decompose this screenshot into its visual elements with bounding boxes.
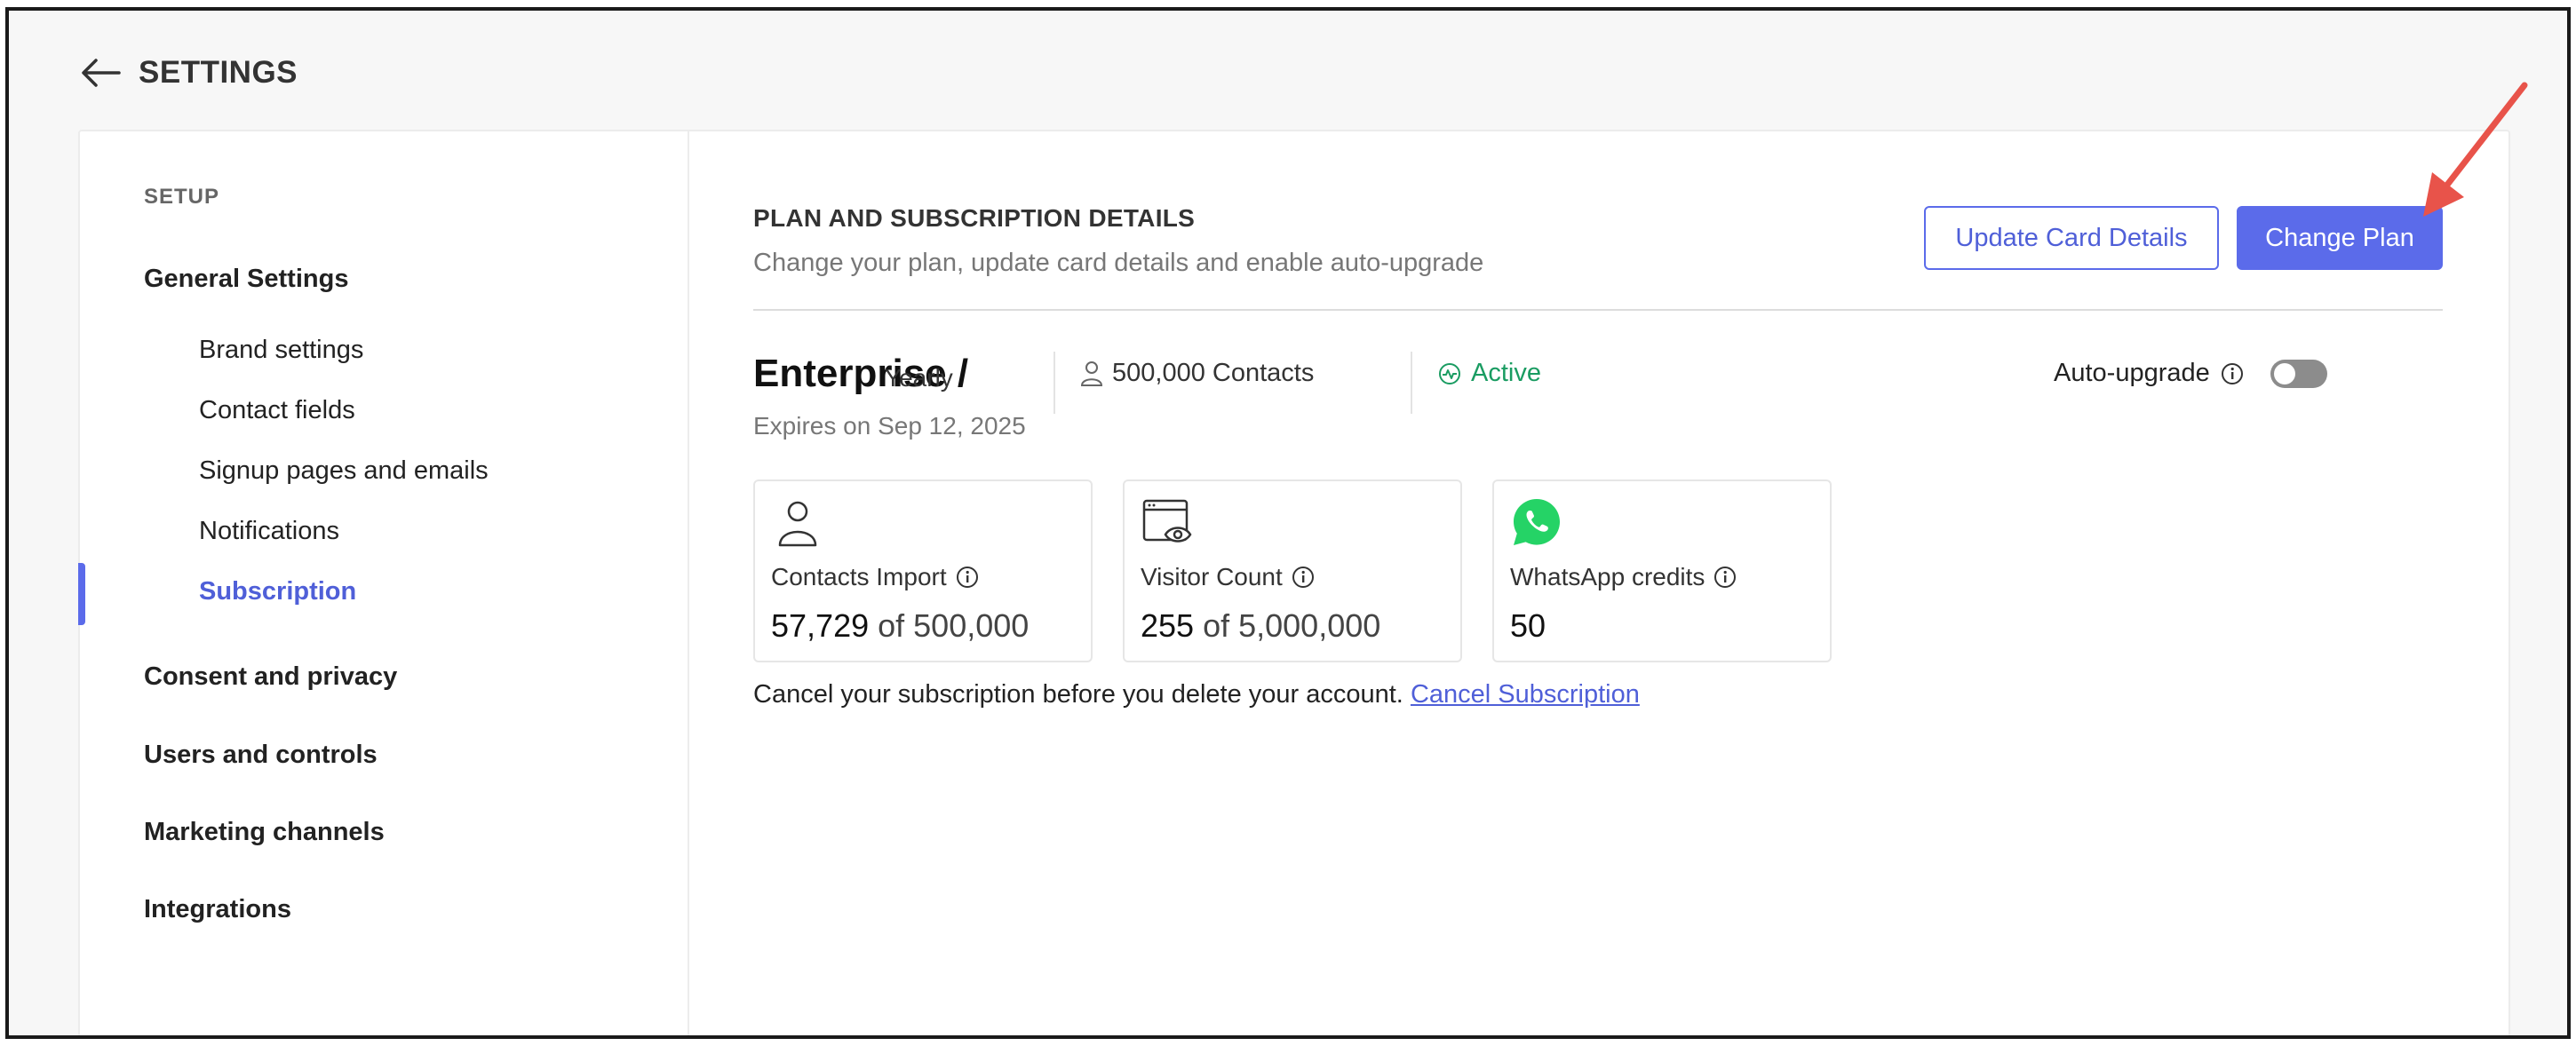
usage-used: 50 xyxy=(1510,607,1546,644)
page-title: SETTINGS xyxy=(139,55,298,90)
cancel-notice: Cancel your subscription before you dele… xyxy=(753,680,1640,709)
active-indicator xyxy=(78,563,85,625)
auto-upgrade-setting: Auto-upgrade xyxy=(2054,359,2327,388)
usage-card-contacts-import: Contacts Import 57,729 of 500,000 xyxy=(753,479,1093,662)
usage-card-visitor-count: Visitor Count 255 of 5,000,000 xyxy=(1123,479,1462,662)
usage-value: 57,729 of 500,000 xyxy=(771,607,1029,645)
card-label-text: Visitor Count xyxy=(1141,563,1283,590)
divider xyxy=(1411,352,1412,414)
usage-limit: of 500,000 xyxy=(878,607,1030,644)
sidebar-item-signup-pages[interactable]: Signup pages and emails xyxy=(199,456,489,486)
sidebar: SETUP General Settings Brand settings Co… xyxy=(78,131,689,1035)
sidebar-item-general-settings[interactable]: General Settings xyxy=(144,265,348,294)
back-arrow-icon[interactable] xyxy=(78,50,124,96)
divider xyxy=(753,309,2443,311)
card-label-text: WhatsApp credits xyxy=(1510,563,1705,590)
activity-icon xyxy=(1439,362,1460,384)
info-icon[interactable] xyxy=(956,566,979,589)
sidebar-item-users-controls[interactable]: Users and controls xyxy=(144,741,378,770)
card-label-text: Contacts Import xyxy=(771,563,947,590)
section-title: PLAN AND SUBSCRIPTION DETAILS xyxy=(753,204,1196,232)
usage-card-label: WhatsApp credits xyxy=(1510,563,1737,591)
usage-card-label: Contacts Import xyxy=(771,563,979,591)
section-description: Change your plan, update card details an… xyxy=(753,249,1484,277)
usage-used: 255 xyxy=(1141,607,1195,644)
annotation-arrow-icon xyxy=(2423,82,2528,217)
usage-value: 50 xyxy=(1510,607,1546,645)
auto-upgrade-toggle[interactable] xyxy=(2270,359,2327,388)
update-card-details-button[interactable]: Update Card Details xyxy=(1924,206,2219,270)
header: SETTINGS xyxy=(9,11,2567,135)
usage-limit: of 5,000,000 xyxy=(1203,607,1381,644)
plan-contacts: 500,000 Contacts xyxy=(1080,359,1314,388)
cancel-subscription-link[interactable]: Cancel Subscription xyxy=(1411,680,1640,709)
status-badge: Active xyxy=(1437,359,1541,388)
usage-value: 255 of 5,000,000 xyxy=(1141,607,1380,645)
person-icon xyxy=(778,501,817,547)
sidebar-item-integrations[interactable]: Integrations xyxy=(144,895,291,924)
usage-used: 57,729 xyxy=(771,607,870,644)
sidebar-item-marketing-channels[interactable]: Marketing channels xyxy=(144,818,385,847)
info-icon[interactable] xyxy=(2221,362,2244,385)
plan-contacts-label: 500,000 Contacts xyxy=(1112,359,1315,387)
info-icon[interactable] xyxy=(1292,566,1315,589)
sidebar-item-consent-privacy[interactable]: Consent and privacy xyxy=(144,662,397,692)
usage-card-whatsapp-credits: WhatsApp credits 50 xyxy=(1492,479,1832,662)
person-icon xyxy=(1080,361,1103,386)
sidebar-section-label: SETUP xyxy=(144,185,220,209)
sidebar-item-brand-settings[interactable]: Brand settings xyxy=(199,336,363,365)
settings-panel: SETUP General Settings Brand settings Co… xyxy=(78,130,2510,1035)
plan-expiry: Expires on Sep 12, 2025 xyxy=(753,412,1026,440)
divider xyxy=(1053,352,1055,414)
whatsapp-icon xyxy=(1514,499,1560,545)
main-content: PLAN AND SUBSCRIPTION DETAILS Change you… xyxy=(689,131,2508,1035)
sidebar-item-contact-fields[interactable]: Contact fields xyxy=(199,396,355,425)
sidebar-item-subscription[interactable]: Subscription xyxy=(199,577,356,606)
plan-billing-cycle: Yearly xyxy=(885,364,953,392)
usage-card-label: Visitor Count xyxy=(1141,563,1315,591)
browser-eye-icon xyxy=(1142,499,1192,543)
sidebar-item-notifications[interactable]: Notifications xyxy=(199,517,339,546)
auto-upgrade-label: Auto-upgrade xyxy=(2054,359,2210,387)
cancel-notice-text: Cancel your subscription before you dele… xyxy=(753,680,1403,709)
info-icon[interactable] xyxy=(1713,566,1737,589)
app-window: SETTINGS SETUP General Settings Brand se… xyxy=(5,7,2571,1039)
status-label: Active xyxy=(1471,359,1541,387)
